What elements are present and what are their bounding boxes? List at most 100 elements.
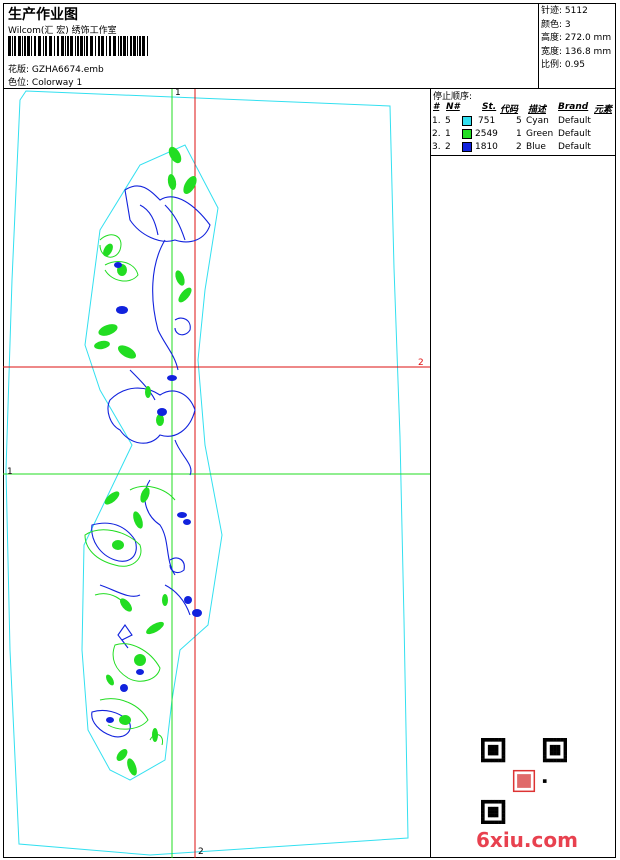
watermark-logo: 6xiu.com	[476, 828, 578, 852]
qr-finder-module	[501, 738, 506, 742]
qr-finder-module	[501, 748, 506, 752]
qr-finder-module	[563, 748, 567, 752]
col-header-index: #	[433, 102, 440, 112]
qr-finder-module	[487, 799, 492, 804]
qr-finder-module	[501, 803, 506, 807]
stats-divider	[538, 3, 539, 88]
qr-code	[481, 738, 567, 824]
qr-finder-module	[481, 806, 485, 811]
scale-value: 0.95	[564, 60, 585, 70]
qr-finder-module	[487, 820, 492, 824]
qr-finder-module	[563, 751, 567, 756]
qr-finder-module	[491, 806, 495, 811]
stops-divider	[430, 155, 616, 156]
qr-finder-module	[563, 738, 567, 742]
qr-finder-module	[487, 806, 492, 811]
axis-label-red-bottom: 2	[198, 847, 204, 857]
qr-finder-module	[563, 755, 567, 759]
qr-finder-module	[484, 799, 489, 804]
qr-finder-module	[494, 738, 499, 742]
qr-finder-module	[487, 748, 492, 752]
qr-finder-module	[498, 799, 502, 804]
qr-finder-module	[549, 751, 554, 756]
qr-finder-module	[501, 799, 506, 804]
qr-finder-module	[563, 758, 567, 763]
qr-finder-module	[491, 820, 495, 824]
qr-finder-module	[491, 738, 495, 742]
qr-finder-module	[487, 810, 492, 814]
qr-finder-module	[553, 744, 557, 749]
qr-finder-module	[481, 741, 485, 746]
qr-finder-module	[553, 758, 557, 763]
stitches-value: 5112	[564, 6, 588, 16]
panel-divider	[430, 88, 431, 858]
qr-finder-module	[481, 758, 485, 763]
width-row: 宽度: 136.8 mm	[541, 46, 612, 57]
qr-finder-module	[481, 817, 485, 821]
qr-finder-module	[546, 738, 550, 742]
qr-finder-module	[501, 744, 506, 749]
qr-finder-module	[542, 744, 547, 749]
qr-finder-module	[481, 751, 485, 756]
qr-finder-module	[484, 820, 489, 824]
qr-finder-module	[484, 738, 489, 742]
scale-row: 比例: 0.95	[541, 60, 585, 70]
qr-finder-module	[487, 738, 492, 742]
design-boundary	[81, 144, 223, 781]
qr-finder-module	[494, 744, 499, 749]
qr-finder-module	[487, 813, 492, 818]
qr-finder-module	[481, 799, 485, 804]
col-header-stitches: St.	[482, 102, 497, 112]
axis-label-green-top: 1	[175, 88, 181, 98]
qr-finder-module	[487, 751, 492, 756]
qr-finder-module	[563, 744, 567, 749]
qr-finder-module	[556, 751, 561, 756]
qr-finder-module	[481, 738, 485, 742]
qr-finder-module	[501, 751, 506, 756]
qr-finder-module	[542, 758, 547, 763]
qr-finder-module	[501, 741, 506, 746]
hoop-outline	[5, 90, 409, 856]
qr-finder-module	[498, 738, 502, 742]
stop-row: 1. 5 751 5 Cyan Default	[432, 116, 591, 126]
qr-seal-mark	[517, 774, 531, 788]
qr-finder-module	[546, 758, 550, 763]
qr-finder-module	[481, 820, 485, 824]
blue-fills	[106, 262, 202, 723]
color-swatch	[462, 116, 472, 126]
qr-finder-module	[563, 741, 567, 746]
col-header-needle: N#	[446, 102, 460, 112]
stop-row: 2. 1 2549 1 Green Default	[432, 129, 591, 139]
qr-finder-module	[487, 758, 492, 763]
green-leaves	[94, 146, 197, 776]
qr-finder-module	[501, 758, 506, 763]
qr-finder-module	[501, 810, 506, 814]
height-row: 高度: 272.0 mm	[541, 33, 612, 43]
qr-finder-module	[494, 806, 499, 811]
col-header-code: 代码	[500, 105, 519, 115]
axis-label-green-left: 1	[7, 467, 13, 477]
qr-finder-module	[501, 817, 506, 821]
color-swatch	[462, 129, 472, 139]
qr-finder-module	[549, 748, 554, 752]
qr-finder-module	[481, 755, 485, 759]
qr-finder-module	[556, 758, 561, 763]
qr-finder-module	[501, 806, 506, 811]
qr-finder-module	[491, 799, 495, 804]
qr-finder-module	[553, 738, 557, 742]
axis-label-red-right: 2	[418, 358, 424, 368]
qr-finder-module	[491, 758, 495, 763]
qr-finder-module	[481, 744, 485, 749]
qr-finder-module	[494, 748, 499, 752]
stats-panel: 针迹: 5112 颜色: 3 高度: 272.0 mm 宽度: 136.8 mm…	[541, 5, 611, 73]
embroidery-design	[3, 89, 430, 858]
height-value: 272.0 mm	[564, 33, 612, 43]
qr-finder-module	[560, 738, 564, 742]
qr-finder-module	[556, 748, 561, 752]
col-header-desc: 描述	[528, 105, 547, 115]
qr-finder-module	[501, 755, 506, 759]
qr-finder-module	[484, 758, 489, 763]
qr-finder-module	[542, 748, 547, 752]
qr-finder-module	[494, 799, 499, 804]
qr-finder-module	[491, 813, 495, 818]
